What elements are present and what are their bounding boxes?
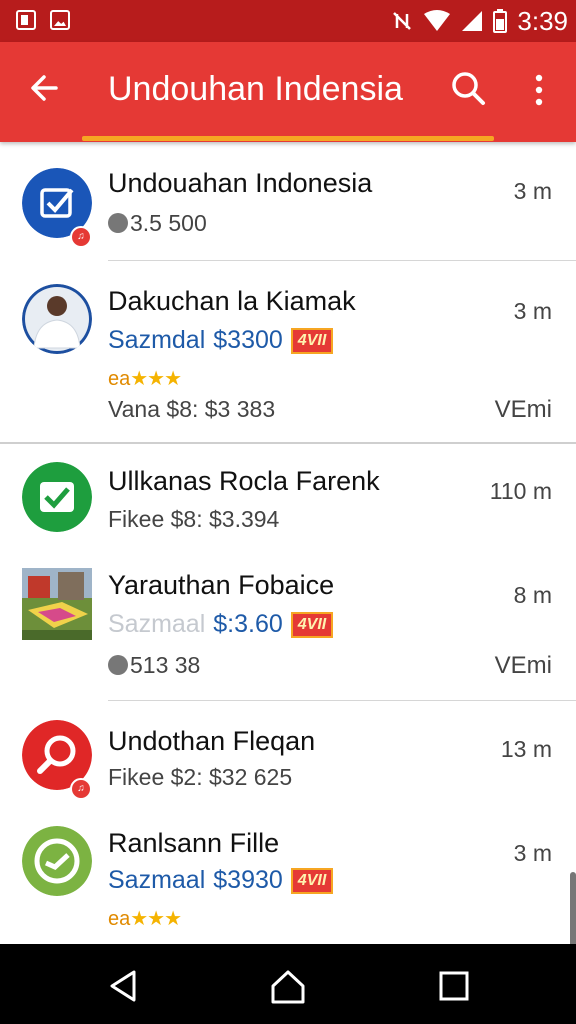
- nfc-icon: [393, 12, 412, 30]
- list-item[interactable]: Dakuchan la Kiamak Sazmdal $3300 4VII ea…: [0, 262, 576, 442]
- item-title: Dakuchan la Kiamak: [108, 286, 356, 316]
- rating-prefix: ea: [108, 908, 131, 930]
- rating-prefix: ea: [108, 368, 131, 390]
- price-label: Sazmaal: [108, 866, 206, 894]
- app-list: ♫ Undouahan Indonesia 3.5 500 3 m Dakuch…: [0, 142, 576, 944]
- item-extra: VEmi: [494, 652, 552, 679]
- promo-tag: 4VII: [290, 611, 334, 638]
- nav-recents-icon[interactable]: [434, 966, 474, 1006]
- item-title: Yarauthan Fobaice: [108, 570, 335, 600]
- system-nav-bar: [0, 944, 576, 1024]
- app-bar: Undouhan Indensia: [0, 42, 576, 142]
- divider: [108, 260, 576, 261]
- item-subtitle: 3.5 500: [130, 210, 207, 236]
- search-icon[interactable]: [448, 68, 488, 108]
- item-subtitle: Fikee $2: $32 625: [108, 764, 293, 790]
- shield-icon: [108, 213, 128, 233]
- price-label: Sazmaal: [108, 610, 206, 638]
- status-bar: 3:39: [0, 0, 576, 42]
- notification-badge-icon: ♫: [70, 778, 92, 800]
- list-item[interactable]: ♫ Undothan Fleqan Fikee $2: $32 625 13 m: [0, 702, 576, 808]
- item-subtitle: Fikee $8: $3.394: [108, 506, 280, 532]
- nav-back-icon[interactable]: [104, 966, 144, 1006]
- notification-icon: [16, 10, 36, 30]
- list-item[interactable]: ♫ Undouahan Indonesia 3.5 500 3 m: [0, 142, 576, 260]
- price-value: $3300: [213, 326, 283, 354]
- item-time: 3 m: [513, 298, 552, 324]
- item-title: Undouahan Indonesia: [108, 168, 373, 198]
- item-time: 13 m: [500, 736, 552, 762]
- item-extra: VEmi: [494, 396, 552, 423]
- person-avatar-icon: [22, 284, 92, 354]
- check-app-icon: [22, 462, 92, 532]
- item-time: 110 m: [489, 478, 552, 504]
- item-subtitle: 513 38: [130, 652, 201, 678]
- item-time: 3 m: [513, 840, 552, 866]
- page-title: Undouhan Indensia: [108, 70, 403, 108]
- rating-stars-icon: ★★★: [130, 368, 182, 390]
- price-label: Sazmdal: [108, 326, 206, 354]
- status-time: 3:39: [517, 5, 568, 36]
- item-time: 3 m: [513, 178, 552, 204]
- image-notification-icon: [50, 10, 70, 30]
- battery-icon: [493, 9, 508, 33]
- item-title: Ranlsann Fille: [108, 828, 280, 858]
- promo-tag: 4VII: [290, 867, 334, 894]
- playground-thumbnail-image: [22, 568, 92, 640]
- list-item[interactable]: Yarauthan Fobaice Sazmaal $:3.60 4VII 51…: [0, 548, 576, 700]
- nav-home-icon[interactable]: [268, 966, 308, 1006]
- divider: [108, 700, 576, 701]
- scrollbar-thumb[interactable]: [570, 872, 576, 944]
- more-options-icon[interactable]: [524, 70, 554, 110]
- item-time: 8 m: [513, 582, 552, 608]
- list-item[interactable]: Ullkanas Rocla Farenk Fikee $8: $3.394 1…: [0, 444, 576, 548]
- promo-tag: 4VII: [290, 327, 334, 354]
- item-subtitle: Vana $8: $3 383: [108, 396, 276, 422]
- item-title: Undothan Fleqan: [108, 726, 316, 756]
- tab-indicator: [82, 136, 494, 141]
- price-value: $3930: [213, 866, 283, 894]
- shield-icon: [108, 655, 128, 675]
- price-value: $:3.60: [213, 610, 283, 638]
- wifi-icon: [424, 10, 451, 31]
- cell-signal-icon: [462, 11, 483, 31]
- rating-stars-icon: ★★★: [130, 908, 182, 930]
- notification-badge-icon: ♫: [70, 226, 92, 248]
- back-arrow-icon[interactable]: [28, 68, 60, 108]
- item-title: Ullkanas Rocla Farenk: [108, 466, 380, 496]
- list-item[interactable]: Ranlsann Fille Sazmaal $3930 4VII ea★★★ …: [0, 808, 576, 944]
- e-app-icon: [22, 826, 92, 896]
